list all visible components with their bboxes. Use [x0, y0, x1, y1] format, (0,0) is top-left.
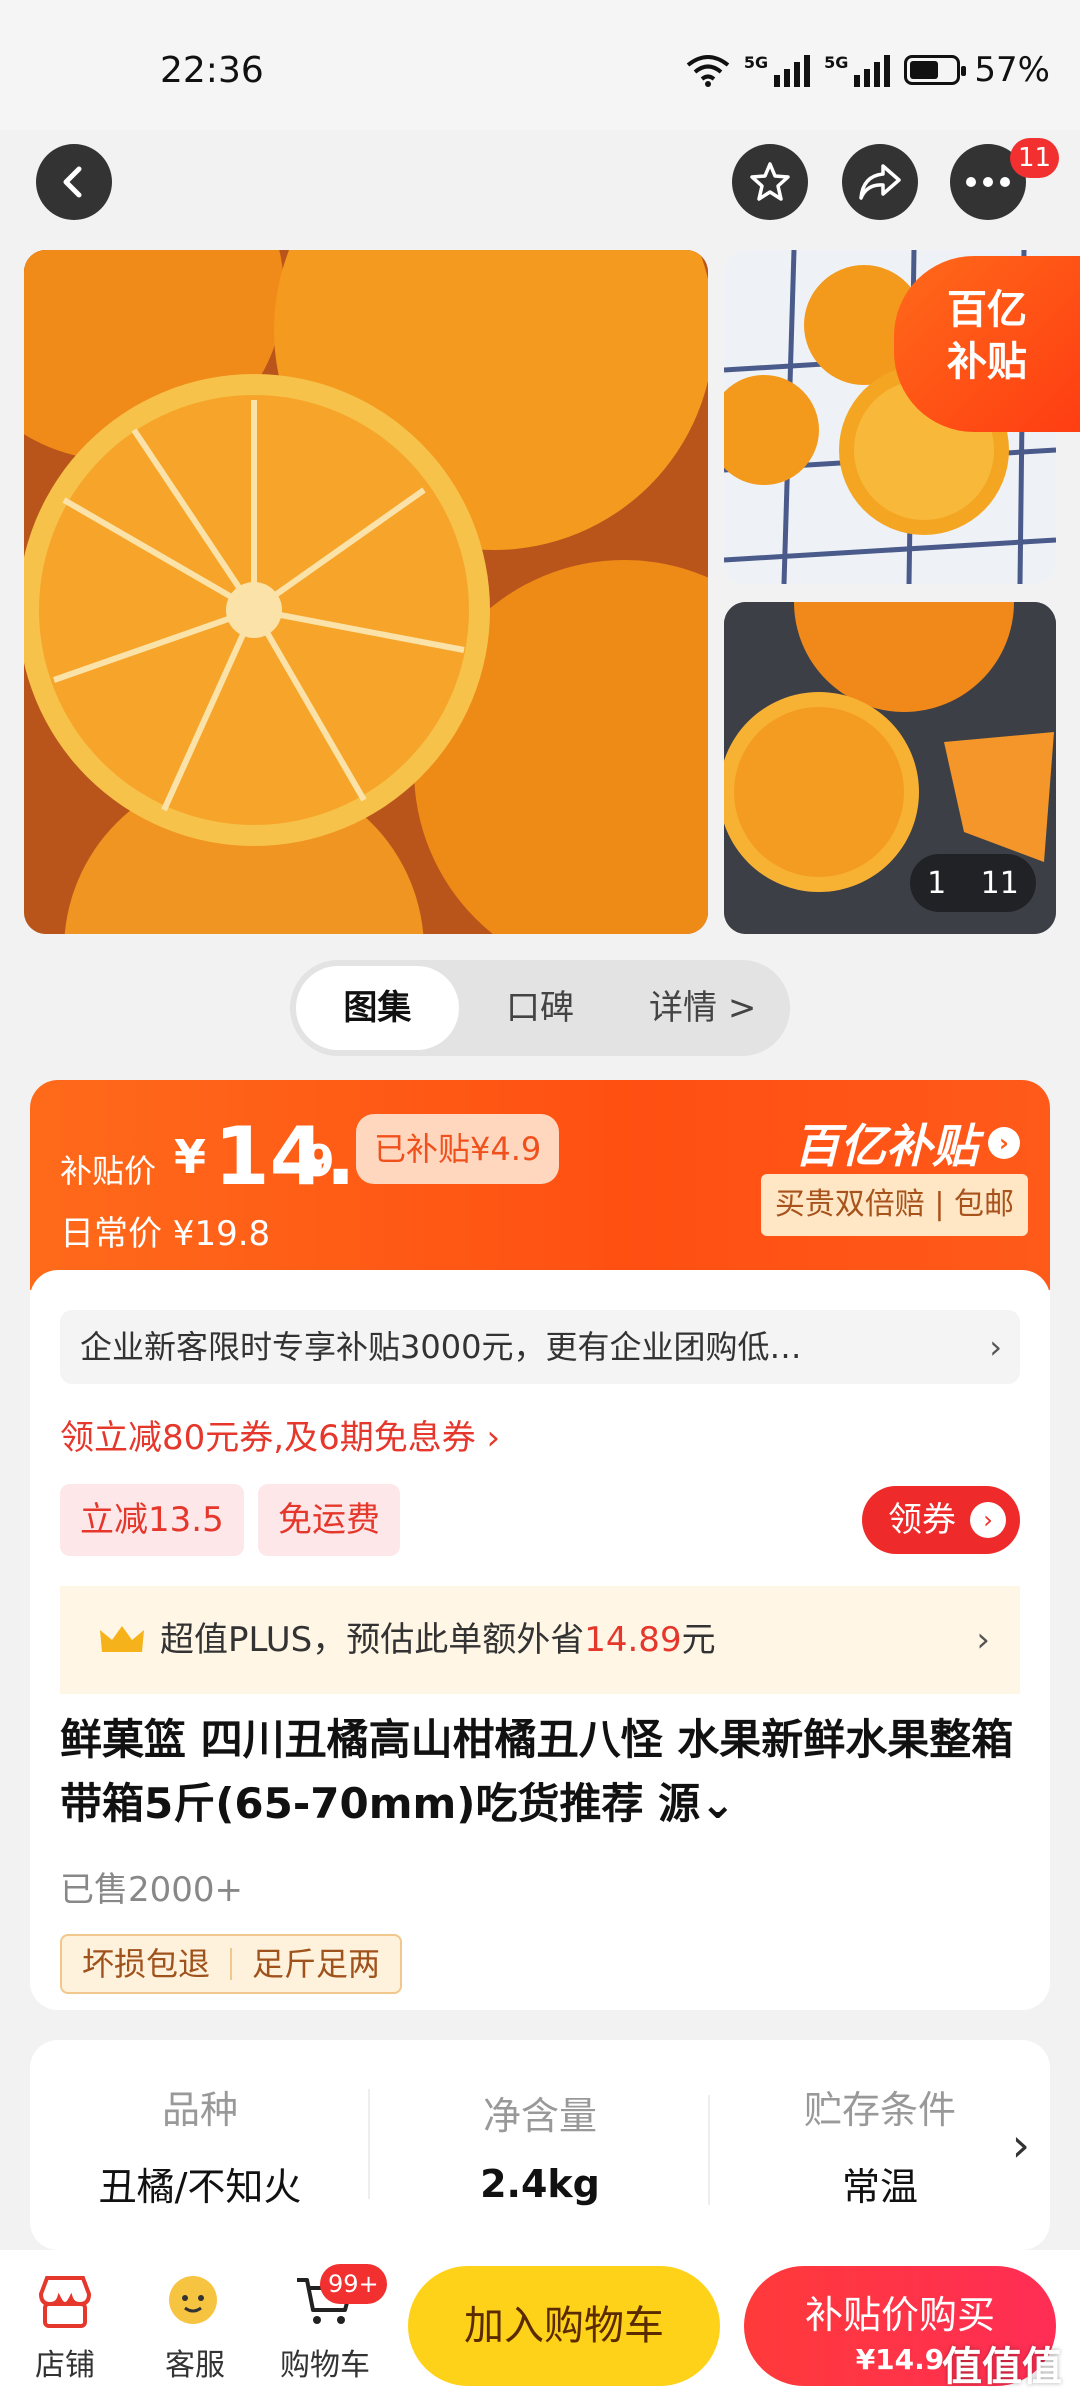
coupon-offer-link[interactable]: 领立减80元券,及6期免息券 ›	[60, 1410, 500, 1459]
status-bar: 22:36 5G 5G 57%	[0, 0, 1080, 130]
price-decimal: 9	[304, 1136, 335, 1187]
guarantee-full-weight: 足斤足两	[252, 1945, 381, 1983]
signal-icon: 5G	[744, 53, 811, 87]
discount-chip: 立减13.5	[60, 1484, 244, 1556]
tab-reviews[interactable]: 口碑	[459, 966, 622, 1050]
subsidy-amount-chip: 已补贴¥4.9	[356, 1114, 560, 1184]
add-to-cart-button[interactable]: 加入购物车	[408, 2266, 720, 2386]
spec-storage: 贮存条件 常温	[803, 2088, 956, 2209]
get-coupon-button[interactable]: 领券 ›	[862, 1486, 1020, 1554]
spec-card[interactable]: 品种 丑橘/不知火 净含量 2.4kg 贮存条件 常温 ›	[30, 2040, 1050, 2250]
tab-gallery[interactable]: 图集	[296, 966, 459, 1050]
product-info: 企业新客限时专享补贴3000元，更有企业团购低… › 领立减80元券,及6期免息…	[30, 1270, 1050, 2010]
price-currency: ¥	[174, 1130, 207, 1184]
crown-icon	[100, 1626, 144, 1652]
status-icons: 5G 5G 57%	[686, 50, 1050, 90]
free-shipping-chip: 免运费	[258, 1484, 400, 1556]
store-icon	[38, 2276, 92, 2328]
price-promise[interactable]: 买贵双倍赔 | 包邮	[760, 1174, 1028, 1236]
share-icon	[859, 164, 901, 200]
star-icon	[750, 162, 790, 201]
service-guarantees[interactable]: 坏损包退 足斤足两	[60, 1934, 403, 1994]
back-button[interactable]	[36, 144, 112, 220]
battery-icon	[904, 55, 967, 85]
customer-service-button[interactable]: 客服	[140, 2264, 250, 2384]
guarantee-damage-refund: 坏损包退	[82, 1945, 211, 1983]
business-promo-bar[interactable]: 企业新客限时专享补贴3000元，更有企业团购低… ›	[60, 1310, 1020, 1384]
chevron-right-icon: ›	[989, 1328, 1002, 1366]
wifi-icon	[686, 55, 730, 87]
subsidy-brand-link[interactable]: 百亿补贴 ›	[794, 1110, 1020, 1176]
chevron-right-icon[interactable]: ›	[1012, 2118, 1030, 2172]
favorite-button[interactable]	[732, 144, 808, 220]
plus-savings-bar[interactable]: 超值PLUS，预估此单额外省14.89元 ›	[60, 1586, 1020, 1694]
price-card: 补贴价 ¥ 14. 9 已补贴¥4.9 日常价 ¥19.8 百亿补贴 › 买贵双…	[30, 1080, 1050, 2010]
cart-count-badge: 99+	[320, 2264, 387, 2304]
daily-price: 日常价 ¥19.8	[60, 1214, 271, 1254]
product-title[interactable]: 鲜菓篮 四川丑橘高山柑橘丑八怪 水果新鲜水果整箱 带箱5斤(65-70mm)吃货…	[60, 1708, 1040, 1836]
more-badge: 11	[1010, 138, 1060, 178]
shop-button[interactable]: 店铺	[10, 2264, 120, 2384]
spec-net-weight: 净含量 2.4kg	[370, 2085, 710, 2206]
spec-variety: 品种 丑橘/不知火	[30, 2079, 370, 2211]
chevron-right-icon: ›	[976, 1620, 990, 1660]
page-indicator: 1 11	[910, 854, 1036, 912]
share-button[interactable]	[842, 144, 918, 220]
signal-icon-2: 5G	[824, 53, 891, 87]
chevron-right-icon: ›	[988, 1127, 1020, 1159]
tab-details[interactable]: 详情 >	[621, 966, 784, 1050]
main-product-image[interactable]	[24, 250, 708, 934]
gallery-tabs: 图集 口碑 详情 >	[290, 960, 790, 1056]
battery-percent: 57%	[974, 50, 1050, 90]
chevron-left-icon	[63, 166, 82, 198]
price-header: 补贴价 ¥ 14. 9 已补贴¥4.9 日常价 ¥19.8 百亿补贴 › 买贵双…	[30, 1080, 1050, 1290]
orange-image	[24, 250, 708, 934]
more-icon	[966, 177, 1010, 187]
subsidy-tag: 百亿 补贴	[894, 256, 1080, 432]
subsidy-price-label: 补贴价	[60, 1152, 157, 1190]
bottom-action-bar: 店铺 客服 购物车 99+ 加入购物车 补贴价购买 ¥14.9	[0, 2250, 1080, 2400]
clock: 22:36	[160, 50, 264, 91]
watermark: 值值值	[942, 2344, 1062, 2390]
sold-count: 已售2000+	[60, 1870, 244, 1910]
service-icon	[169, 2276, 217, 2324]
chevron-right-icon: ›	[970, 1502, 1006, 1538]
